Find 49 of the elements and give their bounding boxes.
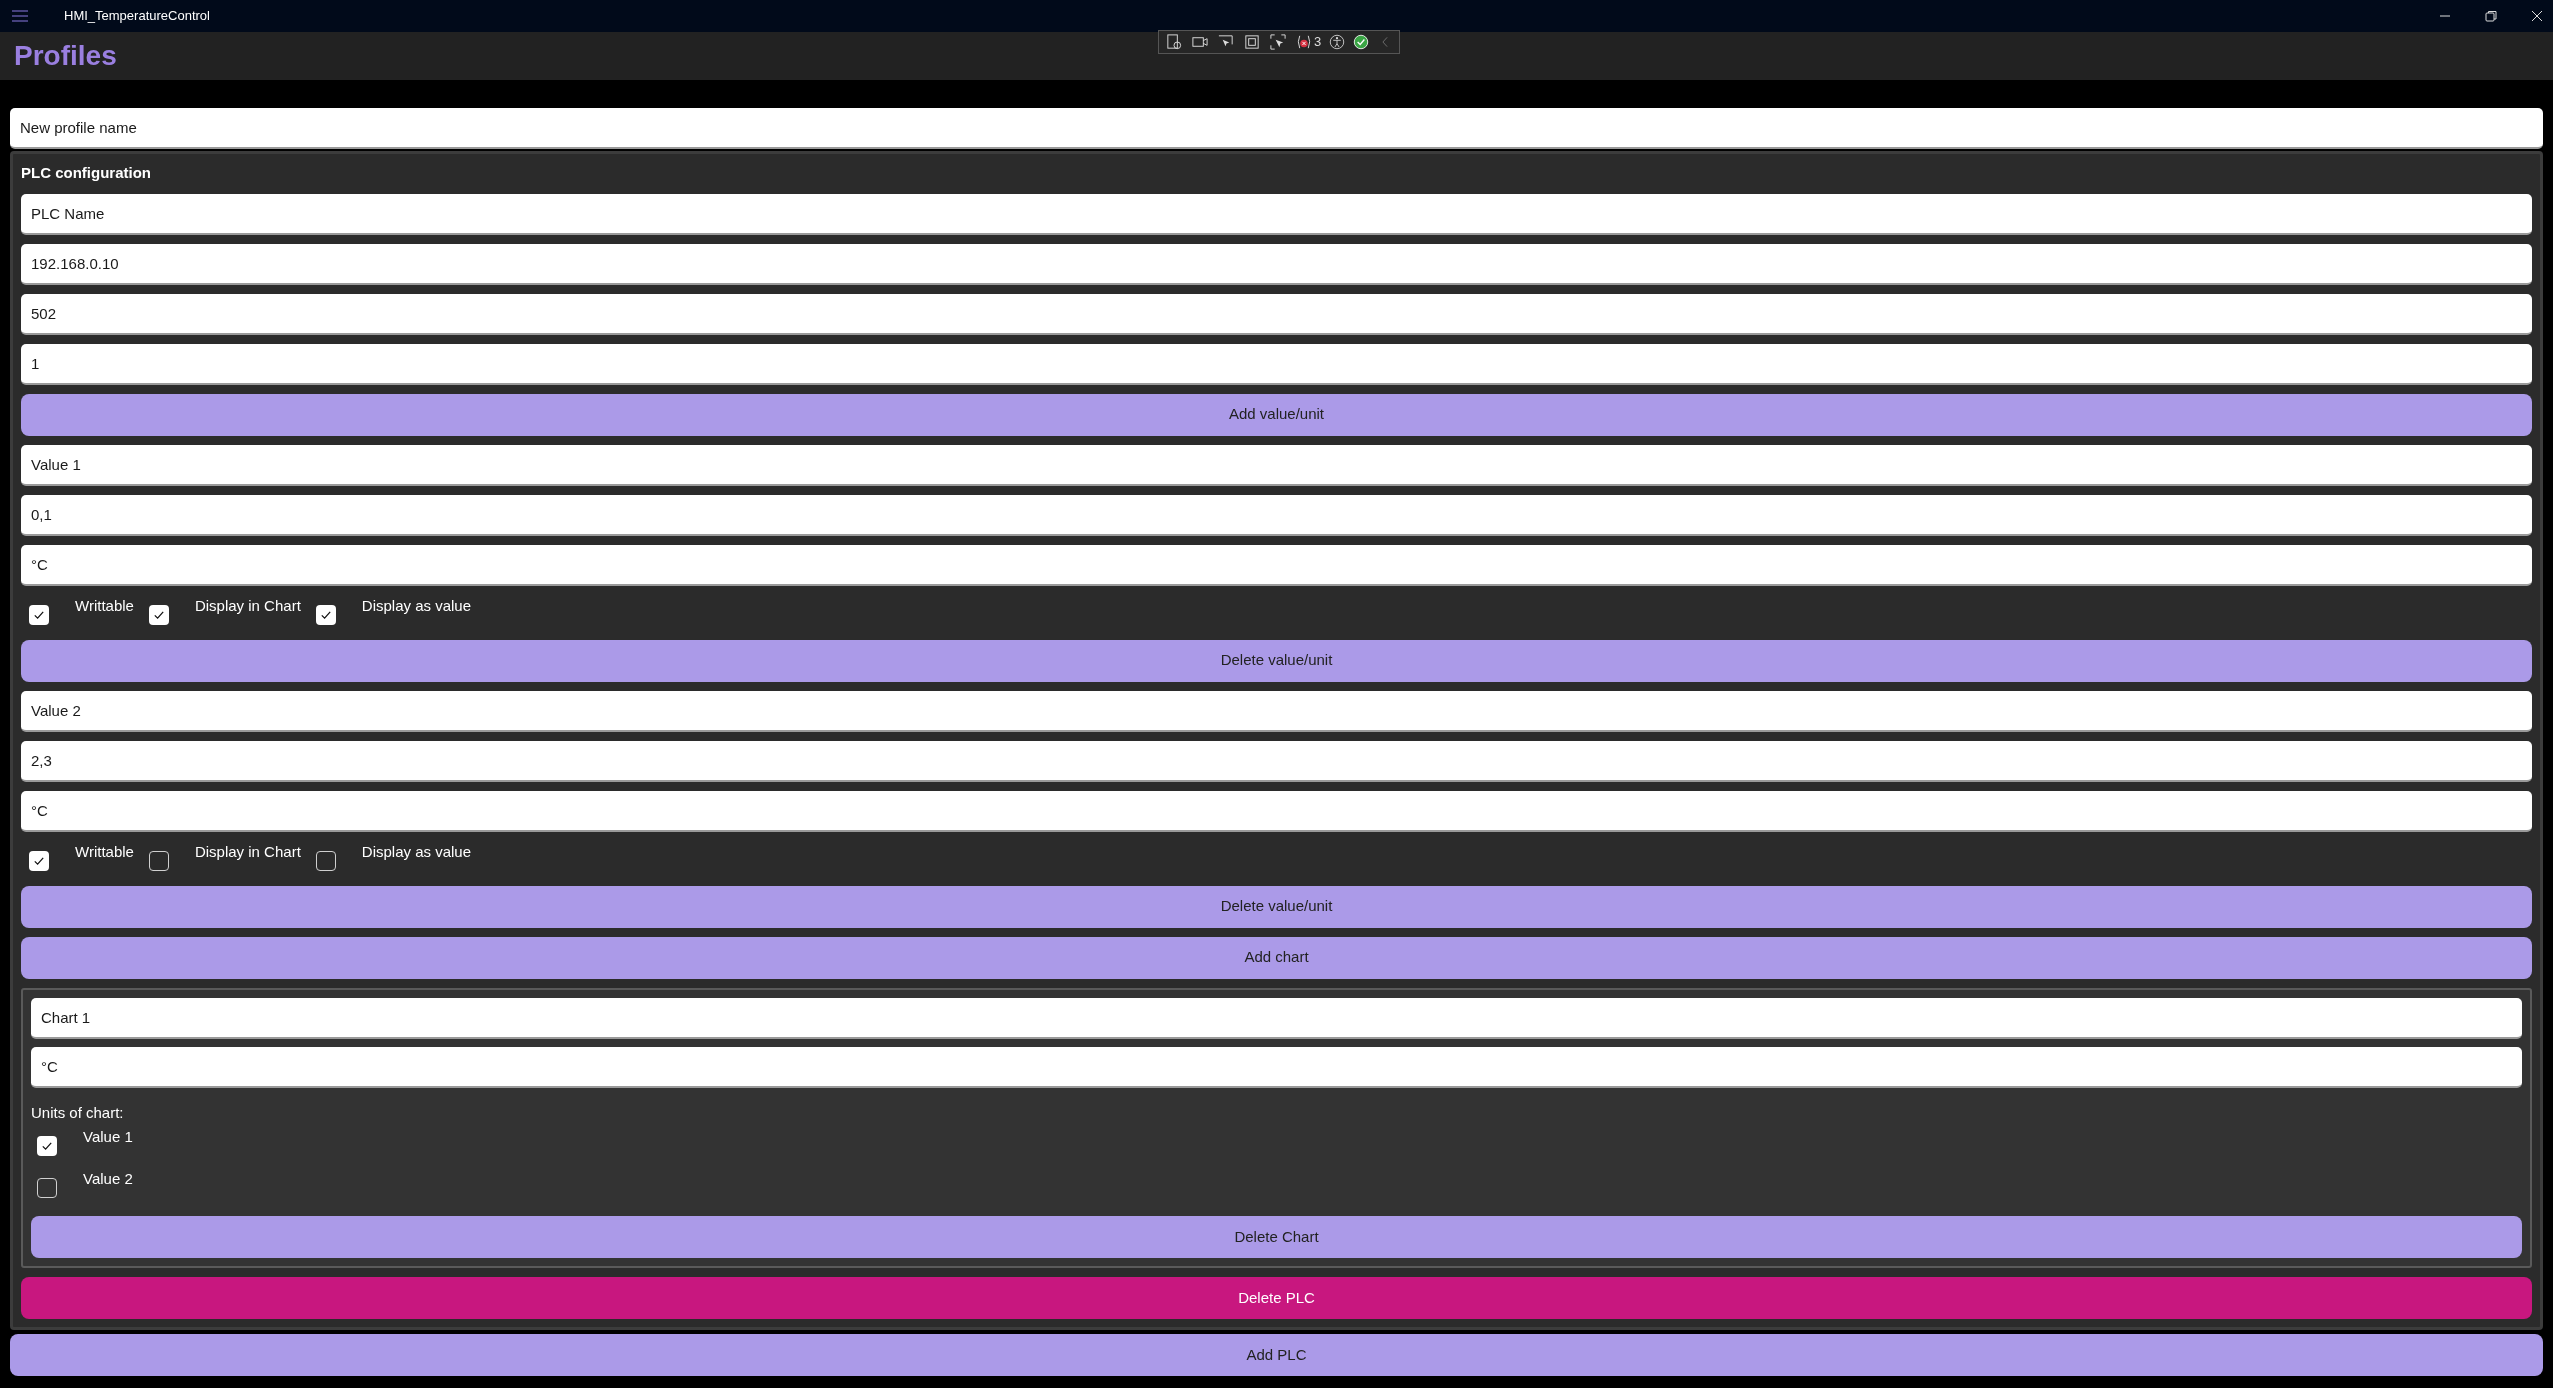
action-button[interactable]: Add chart [21,936,2532,979]
action-button[interactable]: Delete Chart [31,1216,2522,1258]
checkbox-label: Display as value [361,841,471,862]
document-target-icon[interactable] [1165,33,1183,51]
text-field[interactable]: 1 [21,343,2532,385]
checkbox[interactable] [37,1178,57,1198]
checkbox-label: Display as value [361,595,471,616]
checkbox[interactable] [29,850,49,871]
text-field[interactable]: °C [31,1046,2522,1088]
text-field[interactable]: 502 [21,293,2532,335]
checkbox[interactable] [148,850,169,871]
section-heading: PLC configuration [21,163,152,183]
checkbox-label: Display in Chart [194,841,301,862]
text-field[interactable]: Chart 1 [31,997,2522,1039]
text-field[interactable]: 0,1 [21,494,2532,536]
text-field[interactable]: 2,3 [21,740,2532,782]
checkbox[interactable] [37,1136,57,1156]
checkbox[interactable] [315,604,336,625]
text-field[interactable]: Value 2 [21,690,2532,732]
text-field[interactable]: °C [21,790,2532,832]
action-button[interactable]: Delete value/unit [21,885,2532,928]
checkbox[interactable] [29,604,49,625]
units-label: Units of chart: [31,1102,125,1123]
checkbox-label: Display in Chart [194,595,301,616]
checkbox[interactable] [315,850,336,871]
accessibility-icon[interactable] [1329,34,1346,50]
checkbox-label: Value 1 [83,1127,133,1147]
checkbox-label: Writtable [75,841,134,862]
window-title: HMI_TemperatureControl [64,7,210,26]
region-pointer-icon[interactable] [1269,33,1287,51]
restore-icon[interactable] [2485,10,2497,22]
error-count: 3 [1314,33,1322,52]
error-badge-icon[interactable] [1295,33,1313,51]
delete-button[interactable]: Delete PLC [21,1277,2532,1319]
checkbox[interactable] [148,604,169,625]
square-frame-icon[interactable] [1243,33,1261,51]
checkbox-label: Writtable [75,595,134,616]
text-field[interactable]: Value 1 [21,444,2532,486]
text-field[interactable]: New profile name [10,108,2543,149]
text-field[interactable]: °C [21,544,2532,586]
action-button[interactable]: Add PLC [10,1334,2543,1376]
checkbox-label: Value 2 [83,1169,133,1189]
action-button[interactable]: Add value/unit [21,393,2532,436]
page-title: Profiles [14,39,117,73]
close-icon[interactable] [2531,10,2543,22]
text-field[interactable]: 192.168.0.10 [21,243,2532,285]
check-circle-icon[interactable] [1353,34,1370,50]
text-field[interactable]: PLC Name [21,193,2532,235]
action-button[interactable]: Delete value/unit [21,639,2532,682]
